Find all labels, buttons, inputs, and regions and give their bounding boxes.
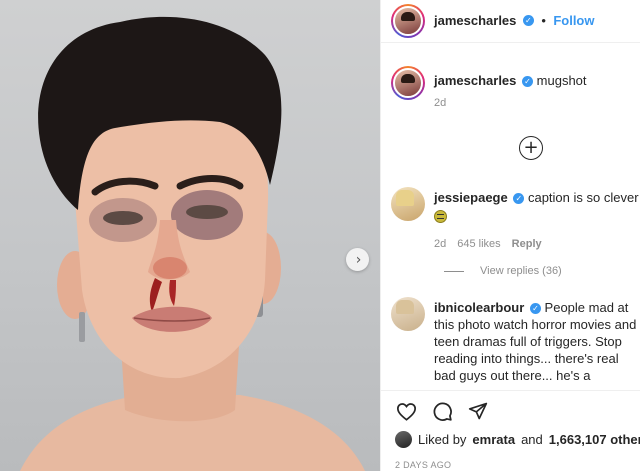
comment-likes[interactable]: 645 likes <box>457 238 500 250</box>
likes-others[interactable]: 1,663,107 others <box>549 432 640 447</box>
comment-item: jessiepaege ✓ caption is so clever 2d 64… <box>391 187 640 250</box>
caption-author-avatar[interactable] <box>391 66 425 100</box>
header-divider <box>381 42 640 43</box>
commenter-avatar[interactable] <box>391 187 425 221</box>
caption-time[interactable]: 2d <box>434 97 587 109</box>
author-avatar[interactable] <box>391 4 425 38</box>
heart-icon[interactable] <box>395 400 417 422</box>
likes-joiner: and <box>521 432 543 447</box>
grimacing-emoji-icon <box>434 210 447 224</box>
portrait-image <box>20 16 365 471</box>
reply-button[interactable]: Reply <box>512 238 542 250</box>
verified-badge-icon: ✓ <box>522 15 534 27</box>
post-timestamp[interactable]: 2 DAYS AGO <box>395 460 451 470</box>
comment-icon[interactable] <box>431 400 453 422</box>
commenter-avatar[interactable] <box>391 297 425 331</box>
post-photo[interactable]: › <box>0 0 380 471</box>
author-username[interactable]: jamescharles <box>434 13 516 28</box>
replies-line <box>444 270 464 272</box>
post-caption: jamescharles ✓ mugshot 2d <box>391 66 636 109</box>
post-header: jamescharles ✓ • Follow <box>391 3 595 39</box>
comment-time[interactable]: 2d <box>434 238 446 250</box>
view-replies-label: View replies (36) <box>480 265 562 277</box>
verified-badge-icon: ✓ <box>529 303 541 315</box>
send-icon[interactable] <box>467 400 489 422</box>
load-more-comments-button[interactable]: + <box>519 136 543 160</box>
chevron-right-icon: › <box>355 251 362 268</box>
liker-avatar[interactable] <box>395 431 412 448</box>
verified-badge-icon: ✓ <box>522 76 534 88</box>
verified-badge-icon: ✓ <box>513 193 525 205</box>
comment-username[interactable]: jessiepaege <box>434 190 508 205</box>
caption-username[interactable]: jamescharles <box>434 73 516 88</box>
separator-dot: • <box>541 13 546 28</box>
view-replies-button[interactable]: View replies (36) <box>444 265 562 277</box>
post-actions <box>395 400 489 422</box>
caption-text: mugshot <box>536 73 587 88</box>
likes-summary: Liked by emrata and 1,663,107 others <box>395 431 640 448</box>
comment-item: ibnicolearbour ✓ People mad at this phot… <box>391 297 640 384</box>
comment-text: caption is so clever <box>527 190 639 205</box>
actions-divider <box>381 390 640 391</box>
follow-button[interactable]: Follow <box>553 13 594 28</box>
comment-username[interactable]: ibnicolearbour <box>434 300 524 315</box>
carousel-next-button[interactable]: › <box>346 248 369 271</box>
plus-circle-icon: + <box>523 136 539 158</box>
liker-username[interactable]: emrata <box>472 432 515 447</box>
post-sidebar: jamescharles ✓ • Follow jamescharles ✓ m… <box>380 0 640 471</box>
likes-prefix: Liked by <box>418 432 467 447</box>
